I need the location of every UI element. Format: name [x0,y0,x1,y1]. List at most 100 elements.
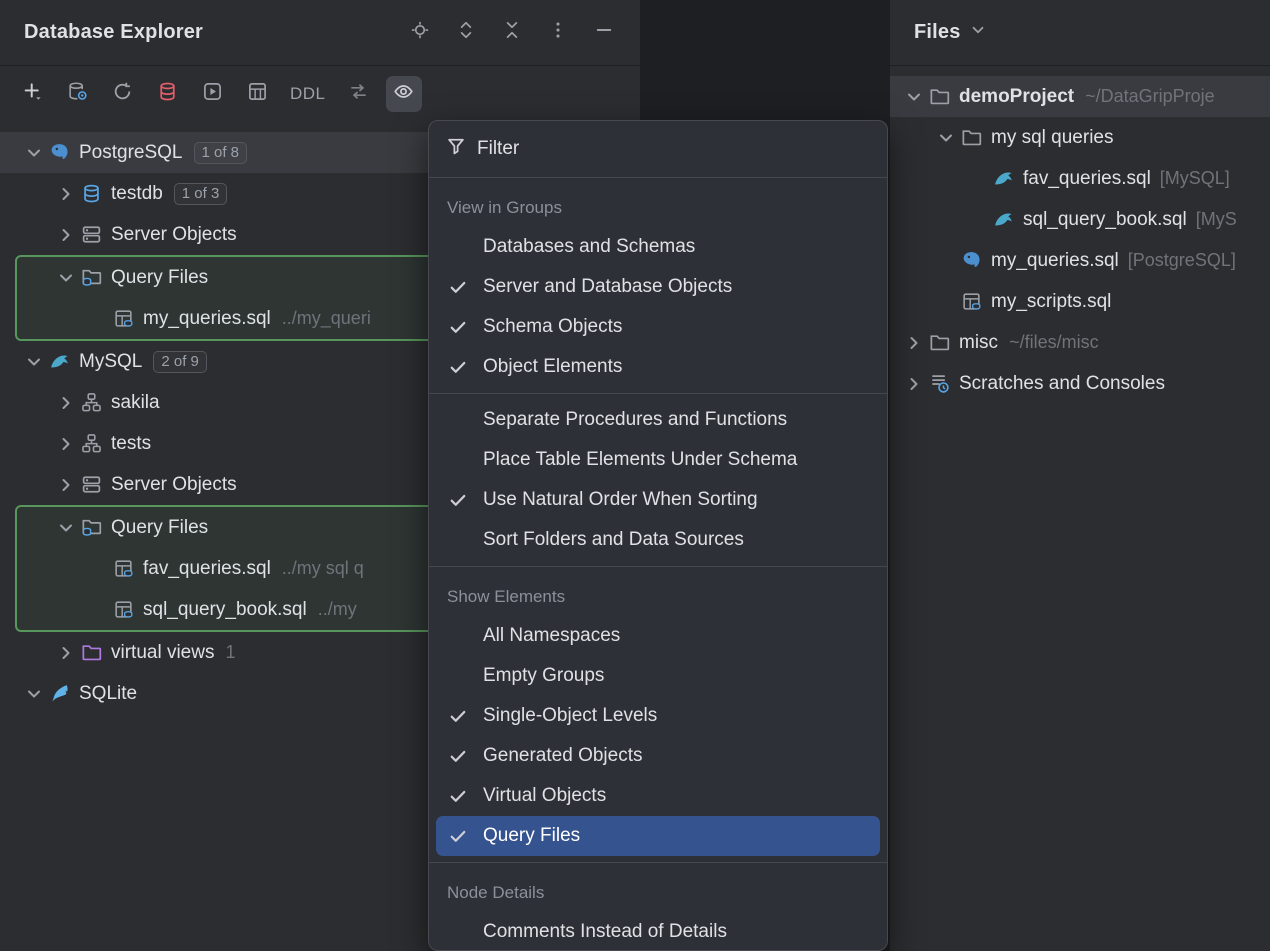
path-hint: ../my [318,599,357,620]
filter-label: Filter [477,138,519,160]
tree-item-misc[interactable]: misc~/files/misc [890,322,1270,363]
chevron-down-icon[interactable] [54,516,78,540]
disconnect-button[interactable] [149,76,185,112]
generate-ddl-button[interactable]: DDL [284,76,332,112]
chevron-right-icon[interactable] [54,223,78,247]
sql-file-icon [113,558,134,579]
chevron-down-icon[interactable] [22,682,46,706]
chevron-down-icon[interactable] [54,266,78,290]
check-placeholder [448,237,474,257]
folder-icon [929,332,950,353]
open-table-button[interactable] [239,76,275,112]
tree-item-my-scripts-sql[interactable]: my_scripts.sql [890,281,1270,322]
compare-button[interactable] [341,76,377,112]
plus-icon [22,81,43,107]
chevron-right-icon[interactable] [54,182,78,206]
mysql-icon [49,351,70,372]
files-view-selector[interactable]: Files [914,21,987,44]
menu-item-databases-and-schemas[interactable]: Databases and Schemas [436,227,880,267]
collapse-all-button[interactable] [500,21,524,45]
locate-button[interactable] [408,21,432,45]
chevron-right-icon[interactable] [902,372,926,396]
menu-item-label: Single-Object Levels [483,705,657,727]
menu-item-comments-instead-of-details[interactable]: Comments Instead of Details [436,912,880,951]
count-badge: 2 of 9 [153,351,207,373]
chevron-right-icon[interactable] [54,473,78,497]
chevron-right-icon[interactable] [902,331,926,355]
tree-item-demoproject[interactable]: demoProject~/DataGripProje [890,76,1270,117]
menu-item-virtual-objects[interactable]: Virtual Objects [436,776,880,816]
chevron-down-icon[interactable] [934,126,958,150]
menu-item-label: Comments Instead of Details [483,921,727,943]
mysql-icon [993,168,1014,189]
expand-all-icon [456,20,476,45]
refresh-button[interactable] [104,76,140,112]
add-data-source-button[interactable] [14,76,50,112]
chevron-down-icon[interactable] [902,85,926,109]
count-badge: 1 of 3 [174,183,228,205]
menu-item-all-namespaces[interactable]: All Namespaces [436,616,880,656]
postgresql-icon [49,142,70,163]
chevron-right-icon[interactable] [54,391,78,415]
tree-item-my-sql-queries[interactable]: my sql queries [890,117,1270,158]
menu-item-label: Databases and Schemas [483,236,695,258]
folder-icon [929,86,950,107]
tree-item-label: tests [111,433,151,455]
hide-panel-button[interactable] [592,21,616,45]
tree-item-fav-queries-sql[interactable]: fav_queries.sql[MySQL] [890,158,1270,199]
menu-separator [429,177,887,178]
chevron-right-icon[interactable] [54,432,78,456]
check-placeholder [448,922,474,942]
files-header: Files [890,0,1270,66]
tree-item-label: MySQL [79,351,142,373]
menu-item-object-elements[interactable]: Object Elements [436,347,880,387]
check-icon [448,826,474,846]
chevron-down-icon[interactable] [22,141,46,165]
menu-item-schema-objects[interactable]: Schema Objects [436,307,880,347]
tree-item-my-queries-sql[interactable]: my_queries.sql[PostgreSQL] [890,240,1270,281]
expand-all-button[interactable] [454,21,478,45]
menu-item-place-table-elements-under-schema[interactable]: Place Table Elements Under Schema [436,440,880,480]
menu-item-separate-procedures-and-functions[interactable]: Separate Procedures and Functions [436,400,880,440]
menu-item-label: Use Natural Order When Sorting [483,489,758,511]
check-placeholder [448,666,474,686]
menu-item-use-natural-order-when-sorting[interactable]: Use Natural Order When Sorting [436,480,880,520]
database-gear-icon [67,81,88,107]
tree-item-label: Server Objects [111,474,237,496]
database-icon [81,183,102,204]
jump-to-query-console-button[interactable] [194,76,230,112]
menu-section-header: Show Elements [429,573,887,616]
data-source-properties-button[interactable] [59,76,95,112]
tree-item-sql-query-book-sql[interactable]: sql_query_book.sql[MyS [890,199,1270,240]
filter-menu-item[interactable]: Filter [429,127,887,171]
check-icon [448,317,474,337]
more-options-button[interactable] [546,21,570,45]
tree-item-label: demoProject [959,86,1074,108]
tree-item-scratches-and-consoles[interactable]: Scratches and Consoles [890,363,1270,404]
chevron-down-icon [969,21,987,44]
tree-item-label: misc [959,332,998,354]
database-explorer-title: Database Explorer [24,21,203,44]
menu-item-query-files[interactable]: Query Files [436,816,880,856]
tree-item-label: my_scripts.sql [991,291,1111,313]
menu-item-server-and-database-objects[interactable]: Server and Database Objects [436,267,880,307]
database-disconnect-icon [157,81,178,107]
chevron-down-icon[interactable] [22,350,46,374]
path-hint: 1 [225,642,235,663]
check-icon [448,277,474,297]
menu-item-label: Separate Procedures and Functions [483,409,787,431]
view-options-button[interactable] [386,76,422,112]
menu-item-single-object-levels[interactable]: Single-Object Levels [436,696,880,736]
dialect-suffix: [MyS [1196,209,1237,230]
tree-item-label: SQLite [79,683,137,705]
menu-item-label: Sort Folders and Data Sources [483,529,744,551]
collapse-all-icon [502,20,522,45]
menu-item-generated-objects[interactable]: Generated Objects [436,736,880,776]
menu-item-empty-groups[interactable]: Empty Groups [436,656,880,696]
files-panel: Files demoProject~/DataGripProjemy sql q… [890,0,1270,951]
menu-item-label: All Namespaces [483,625,620,647]
menu-item-sort-folders-and-data-sources[interactable]: Sort Folders and Data Sources [436,520,880,560]
chevron-right-icon[interactable] [54,641,78,665]
check-icon [448,706,474,726]
sqlite-icon [49,683,70,704]
